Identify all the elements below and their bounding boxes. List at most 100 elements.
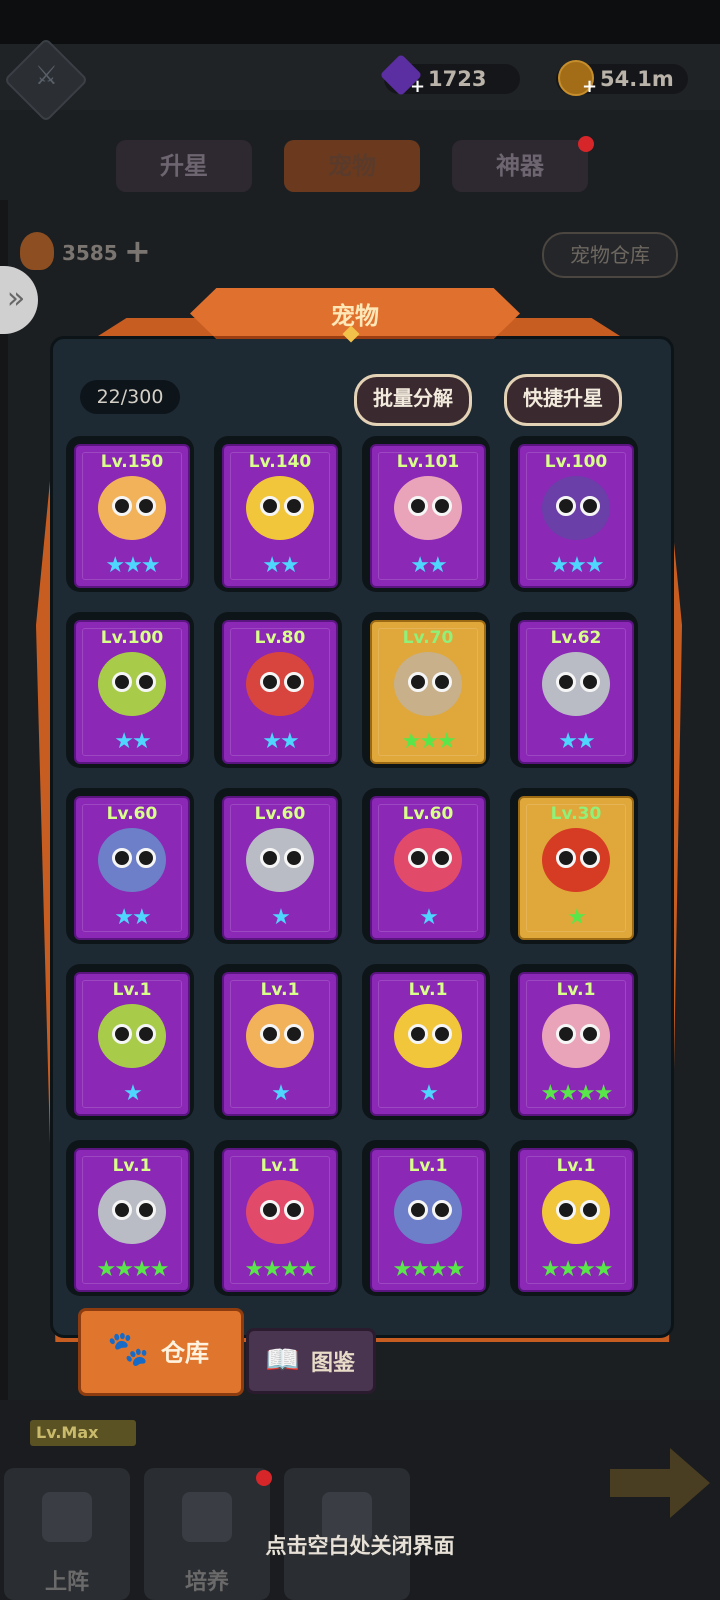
pet-card-frame: Lv.70 ★★★: [370, 620, 486, 764]
pet-portrait: [246, 652, 314, 716]
pet-warehouse-button[interactable]: 宠物仓库: [542, 232, 678, 278]
pet-card-frame: Lv.101 ★★: [370, 444, 486, 588]
pet-card[interactable]: Lv.60 ★★: [66, 788, 194, 944]
pet-card[interactable]: Lv.1 ★★★★: [66, 1140, 194, 1296]
pet-portrait: [394, 1004, 462, 1068]
pet-eye: [136, 848, 156, 868]
add-resource-button[interactable]: +: [124, 232, 151, 270]
tab-codex[interactable]: 📖 图鉴: [246, 1328, 376, 1394]
pet-eye: [408, 1200, 428, 1220]
pet-stars: ★★★★: [96, 1257, 170, 1282]
left-edge: [0, 200, 8, 1500]
tab-label: 神器: [496, 152, 544, 180]
pet-eye: [580, 1024, 600, 1044]
pet-stars: ★: [567, 905, 587, 930]
pet-stars: ★★★★: [540, 1257, 614, 1282]
pet-eye: [260, 1200, 280, 1220]
pet-portrait: [98, 828, 166, 892]
pet-stars: ★★: [114, 729, 151, 754]
pet-eye: [112, 848, 132, 868]
tab-label: 宠物: [328, 152, 376, 180]
pet-card[interactable]: Lv.60 ★: [214, 788, 342, 944]
pet-card[interactable]: Lv.1 ★: [66, 964, 194, 1120]
pet-stars: ★: [419, 1081, 439, 1106]
pet-stars: ★★: [262, 553, 299, 578]
pet-stars: ★: [271, 1081, 291, 1106]
pet-eye: [408, 848, 428, 868]
pet-portrait: [98, 1180, 166, 1244]
pet-card[interactable]: Lv.70 ★★★: [362, 612, 490, 768]
pet-portrait: [542, 652, 610, 716]
pet-card-frame: Lv.60 ★★: [74, 796, 190, 940]
pet-card[interactable]: Lv.1 ★★★★: [362, 1140, 490, 1296]
pet-card-frame: Lv.80 ★★: [222, 620, 338, 764]
pet-eye: [112, 1200, 132, 1220]
double-chevron-right-icon: »: [6, 281, 26, 316]
pet-stars: ★★★★: [244, 1257, 318, 1282]
pet-eye: [556, 672, 576, 692]
resource-icon: [20, 232, 54, 270]
pet-eye: [408, 496, 428, 516]
pet-portrait: [98, 652, 166, 716]
tab-artifacts[interactable]: 神器: [452, 140, 588, 192]
pet-portrait: [394, 1180, 462, 1244]
notification-dot: [256, 1470, 272, 1486]
pet-card[interactable]: Lv.100 ★★: [66, 612, 194, 768]
pet-eye: [432, 1200, 452, 1220]
gold-counter[interactable]: + 54.1m: [556, 60, 688, 97]
pet-card[interactable]: Lv.150 ★★★: [66, 436, 194, 592]
pet-eye: [284, 1024, 304, 1044]
pet-card-frame: Lv.1 ★: [74, 972, 190, 1116]
expand-side-button[interactable]: »: [0, 266, 38, 334]
pet-level: Lv.30: [550, 804, 602, 824]
pet-card[interactable]: Lv.80 ★★: [214, 612, 342, 768]
pet-card[interactable]: Lv.140 ★★: [214, 436, 342, 592]
pet-card-frame: Lv.1 ★★★★: [74, 1148, 190, 1292]
tab-pets[interactable]: 宠物: [284, 140, 420, 192]
pet-level: Lv.150: [100, 452, 164, 472]
pet-eye: [408, 672, 428, 692]
plus-icon: +: [410, 76, 426, 97]
pet-eye: [260, 672, 280, 692]
pet-level: Lv.1: [112, 980, 152, 1000]
pet-card-frame: Lv.1 ★★★★: [518, 1148, 634, 1292]
pet-portrait: [246, 1180, 314, 1244]
pet-card-frame: Lv.1 ★: [370, 972, 486, 1116]
pet-eye: [260, 848, 280, 868]
tab-star-up[interactable]: 升星: [116, 140, 252, 192]
pet-level: Lv.60: [106, 804, 158, 824]
pet-card[interactable]: Lv.60 ★: [362, 788, 490, 944]
pet-level: Lv.60: [254, 804, 306, 824]
pet-card-frame: Lv.62 ★★: [518, 620, 634, 764]
batch-decompose-button[interactable]: 批量分解: [354, 374, 472, 426]
pet-card[interactable]: Lv.1 ★: [214, 964, 342, 1120]
pet-card[interactable]: Lv.1 ★: [362, 964, 490, 1120]
paw-icon: 🐾: [107, 1329, 150, 1369]
pet-card[interactable]: Lv.1 ★★★★: [510, 964, 638, 1120]
pet-card[interactable]: Lv.30 ★: [510, 788, 638, 944]
pet-stars: ★★★: [401, 729, 456, 754]
gem-counter[interactable]: + 1723: [379, 53, 520, 97]
book-icon: 📖: [265, 1343, 300, 1376]
pet-eye: [408, 1024, 428, 1044]
pet-eye: [112, 672, 132, 692]
pet-eye: [136, 672, 156, 692]
pet-card[interactable]: Lv.1 ★★★★: [510, 1140, 638, 1296]
pet-eye: [112, 496, 132, 516]
pet-stars: ★★★★: [540, 1081, 614, 1106]
pet-card[interactable]: Lv.1 ★★★★: [214, 1140, 342, 1296]
pet-card[interactable]: Lv.62 ★★: [510, 612, 638, 768]
pet-stars: ★: [271, 905, 291, 930]
pet-level: Lv.62: [550, 628, 602, 648]
tab-warehouse[interactable]: 🐾 仓库: [78, 1308, 244, 1396]
pet-eye: [136, 1200, 156, 1220]
pet-stars: ★★: [410, 553, 447, 578]
pet-card[interactable]: Lv.101 ★★: [362, 436, 490, 592]
pet-eye: [432, 1024, 452, 1044]
pet-eye: [284, 496, 304, 516]
tab-label: 升星: [160, 152, 208, 180]
quick-star-up-button[interactable]: 快捷升星: [504, 374, 622, 426]
pet-stars: ★: [123, 1081, 143, 1106]
pet-card[interactable]: Lv.100 ★★★: [510, 436, 638, 592]
pet-card-frame: Lv.1 ★: [222, 972, 338, 1116]
